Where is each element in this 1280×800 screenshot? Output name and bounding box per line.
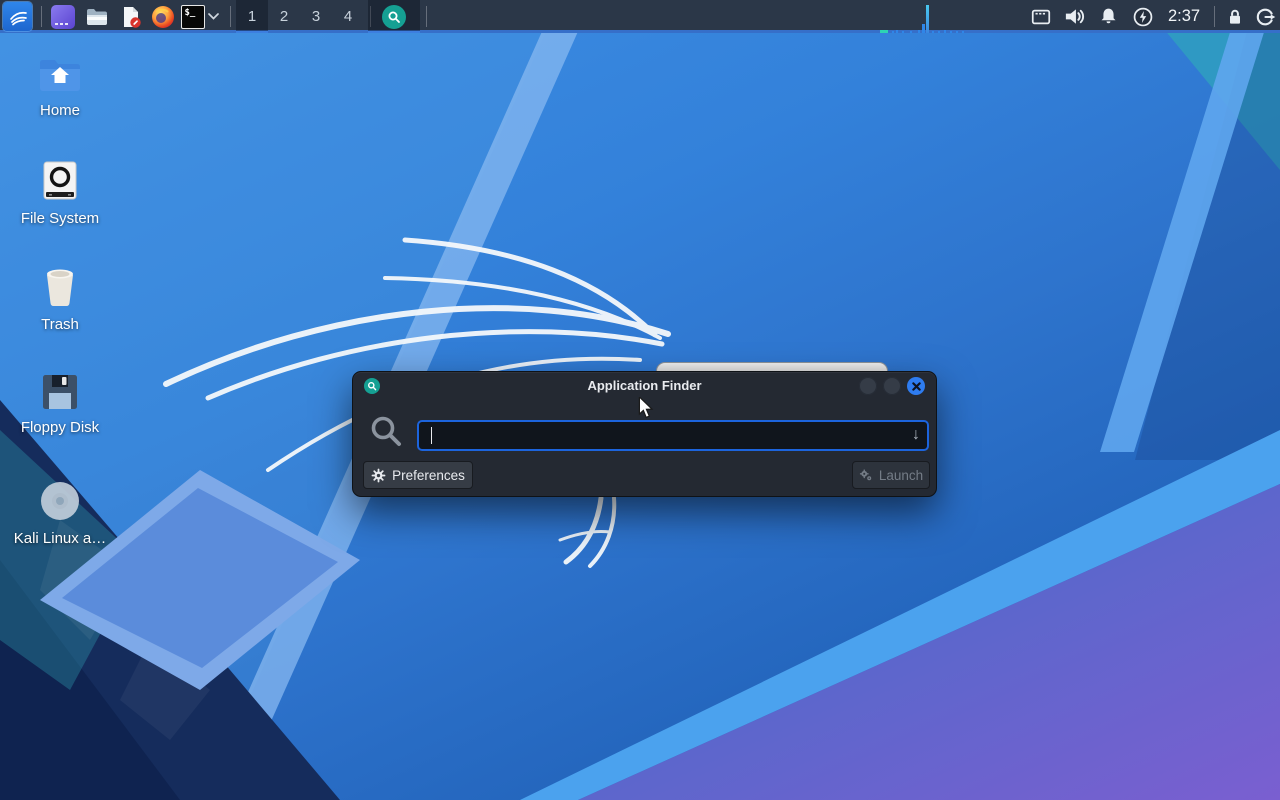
taskbar-item-application-finder[interactable] — [368, 0, 420, 33]
launch-button[interactable]: Launch — [852, 461, 930, 489]
workspace-4[interactable]: 4 — [332, 0, 364, 33]
window-title: Application Finder — [587, 378, 702, 393]
logout-icon — [1256, 8, 1275, 25]
trash-icon — [8, 266, 112, 308]
close-button[interactable] — [907, 377, 925, 395]
firefox-icon — [151, 5, 174, 28]
desktop-icon-label: Floppy Disk — [20, 419, 100, 436]
terminal-icon: $_ — [180, 4, 205, 29]
desktop-icon-kali-cd[interactable]: Kali Linux a… — [8, 480, 112, 547]
desktop-icon-label: Home — [39, 102, 80, 119]
text-editor-button[interactable] — [118, 4, 143, 29]
lock-screen-button[interactable] — [1222, 4, 1247, 29]
titlebar[interactable]: Application Finder — [353, 372, 936, 400]
disc-icon — [8, 480, 112, 522]
panel-separator — [426, 6, 427, 27]
desktop-icon-home[interactable]: Home — [8, 56, 112, 119]
preferences-button[interactable]: Preferences — [363, 461, 473, 489]
search-icon — [369, 414, 403, 453]
logout-button[interactable] — [1252, 4, 1277, 29]
desktop-icon-label: Kali Linux a… — [13, 530, 107, 547]
panel-separator — [41, 6, 42, 27]
mouse-cursor — [637, 395, 655, 424]
workspace-3[interactable]: 3 — [300, 0, 332, 33]
desktop-icon-label: File System — [20, 210, 100, 227]
desktop-icon-file-system[interactable]: File System — [8, 160, 112, 227]
close-icon — [911, 381, 921, 391]
panel-separator — [230, 6, 231, 27]
system-monitor-graph[interactable] — [876, 0, 968, 33]
panel-clock[interactable]: 2:37 — [1160, 0, 1208, 33]
text-editor-icon — [123, 6, 141, 28]
floppy-disk-icon — [8, 373, 112, 411]
launch-gear-icon — [859, 469, 872, 481]
desktop-icon-trash[interactable]: Trash — [8, 266, 112, 333]
notifications-icon — [1101, 8, 1116, 24]
panel-separator — [1214, 6, 1215, 27]
desktop-icon-floppy-disk[interactable]: Floppy Disk — [8, 373, 112, 436]
top-panel: $_ 1 2 3 4 2:37 — [0, 0, 1280, 33]
minimize-button[interactable] — [859, 377, 877, 395]
appfinder-icon — [382, 4, 406, 29]
lock-icon — [1229, 9, 1240, 24]
terminal-button[interactable]: $_ — [180, 4, 205, 29]
desktop-icon-label: Trash — [41, 316, 79, 333]
application-finder-window: Application Finder ↓ Preferences Launch — [352, 371, 937, 497]
search-input[interactable] — [417, 420, 929, 451]
preferences-label: Preferences — [392, 467, 465, 483]
window-launcher-icon — [50, 4, 75, 29]
applications-menu-button[interactable] — [3, 2, 32, 31]
launch-label: Launch — [878, 467, 924, 483]
volume-tray-button[interactable] — [1062, 4, 1087, 29]
dropdown-icon[interactable]: ↓ — [905, 424, 927, 446]
file-manager-button[interactable] — [84, 4, 109, 29]
power-manager-tray-button[interactable] — [1130, 4, 1155, 29]
volume-icon — [1065, 9, 1085, 24]
file-manager-icon — [86, 8, 107, 25]
power-manager-icon — [1133, 7, 1152, 26]
workspace-1[interactable]: 1 — [236, 0, 268, 33]
home-folder-icon — [8, 56, 112, 94]
firefox-button[interactable] — [150, 4, 175, 29]
display-tray-button[interactable] — [1028, 4, 1053, 29]
maximize-button[interactable] — [883, 377, 901, 395]
hard-drive-icon — [8, 160, 112, 202]
display-icon — [1031, 9, 1050, 24]
window-launcher-button[interactable] — [50, 4, 75, 29]
terminal-dropdown-button[interactable] — [206, 4, 220, 29]
gear-icon — [371, 468, 386, 482]
chevron-down-icon — [207, 13, 219, 20]
workspace-2[interactable]: 2 — [268, 0, 300, 33]
notifications-tray-button[interactable] — [1096, 4, 1121, 29]
kali-menu-icon — [9, 11, 27, 25]
text-caret — [431, 427, 432, 444]
